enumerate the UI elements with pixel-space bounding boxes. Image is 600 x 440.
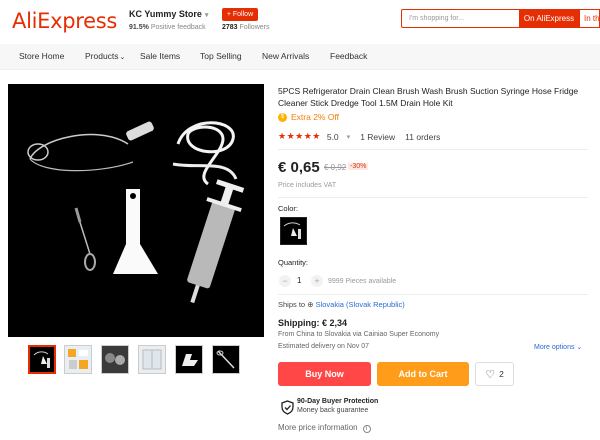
shipping-cost: Shipping: € 2,34 <box>278 318 348 328</box>
wishlist-button[interactable]: ♡ 2 <box>475 362 514 386</box>
nav-sale-items[interactable]: Sale Items <box>140 51 180 61</box>
thumbnail-6-image <box>216 350 235 369</box>
store-name[interactable]: KC Yummy Store ▾ <box>129 9 208 19</box>
globe-icon: ⊕ <box>307 300 314 309</box>
follow-button[interactable]: + Follow <box>222 8 258 21</box>
chevron-down-icon[interactable]: ▾ <box>347 133 351 141</box>
thumbnail-2-image <box>68 349 88 369</box>
followers: 2783 Followers <box>222 24 269 31</box>
wishlist-count: 2 <box>499 369 504 379</box>
thumbnail-3[interactable] <box>101 345 129 374</box>
info-icon[interactable]: i <box>362 425 371 433</box>
search-store-button[interactable]: In th <box>579 9 600 28</box>
product-illustration <box>27 121 245 304</box>
buy-now-button[interactable]: Buy Now <box>278 362 371 386</box>
coupon-icon: $ <box>278 112 287 122</box>
followers-label: Followers <box>239 24 270 31</box>
estimated-delivery: Estimated delivery on Nov 07 <box>278 343 370 350</box>
chevron-down-icon[interactable]: ⌄ <box>120 54 126 61</box>
shipping-route: From China to Slovakia via Cainiao Super… <box>278 331 440 338</box>
product-main-image[interactable] <box>8 84 264 337</box>
chevron-down-icon[interactable]: ⌄ <box>576 344 582 351</box>
thumbnail-5[interactable] <box>175 345 203 374</box>
nav-new-arrivals[interactable]: New Arrivals <box>262 51 309 61</box>
thumbnail-4[interactable] <box>138 345 166 374</box>
shield-check-icon <box>281 400 294 415</box>
feedback-pct: 91.5% <box>129 24 149 31</box>
more-price-info-link[interactable]: More price information i <box>278 423 371 433</box>
search-placeholder: I'm shopping for... <box>409 15 465 22</box>
nav-top-selling[interactable]: Top Selling <box>200 51 242 61</box>
extra-discount: $ Extra 2% Off <box>278 112 339 122</box>
review-count[interactable]: 1 Review <box>360 132 395 142</box>
buyer-protection-subtitle: Money back guarantee <box>297 407 369 414</box>
buyer-protection-title: 90-Day Buyer Protection <box>297 398 379 405</box>
store-name-text[interactable]: KC Yummy Store <box>129 9 202 19</box>
store-feedback: 91.5% Positive feedback <box>129 24 206 31</box>
current-price: € 0,65 <box>278 159 320 176</box>
star-rating-icon: ★★★★★ <box>278 131 321 141</box>
nav-products-label[interactable]: Products <box>85 51 119 61</box>
thumbnail-6[interactable] <box>212 345 240 374</box>
ships-to: Ships to ⊕ Slovakia (Slovak Republic) <box>278 300 405 309</box>
chevron-down-icon[interactable]: ▾ <box>205 12 209 19</box>
divider <box>278 197 588 198</box>
nav-feedback[interactable]: Feedback <box>330 51 367 61</box>
quantity-decrease-button[interactable]: − <box>279 275 291 287</box>
thumbnail-2[interactable] <box>64 345 92 374</box>
more-price-info-label[interactable]: More price information <box>278 423 358 432</box>
thumbnail-1-image <box>33 351 50 368</box>
search-input[interactable]: I'm shopping for... <box>401 9 519 28</box>
order-count: 11 orders <box>405 131 441 142</box>
add-to-cart-button[interactable]: Add to Cart <box>377 362 469 386</box>
thumbnail-5-image <box>182 354 198 366</box>
top-header: AliExpress KC Yummy Store ▾ 91.5% Positiv… <box>0 0 600 44</box>
color-label: Color: <box>278 204 299 213</box>
rating-score: 5.0 <box>326 131 339 142</box>
feedback-label: Positive feedback <box>150 24 206 31</box>
nav-products[interactable]: Products⌄ <box>85 51 125 61</box>
discount-badge: -30% <box>348 163 369 170</box>
rating-row: ★★★★★ 5.0 ▾ 1 Review 11 orders <box>278 131 440 142</box>
thumbnail-4-image <box>142 349 162 370</box>
thumbnail-1[interactable] <box>28 345 56 374</box>
store-nav: Store Home Products⌄ Sale Items Top Sell… <box>0 44 600 70</box>
ships-to-label: Ships to <box>278 300 306 309</box>
extra-discount-text: Extra 2% Off <box>291 112 340 122</box>
heart-icon: ♡ <box>485 368 496 381</box>
available-stock: 9999 Pieces available <box>328 278 397 285</box>
aliexpress-logo[interactable]: AliExpress <box>12 9 117 33</box>
color-option[interactable] <box>280 217 307 245</box>
quantity-label: Quantity: <box>278 258 309 267</box>
divider <box>278 294 588 295</box>
ships-to-country[interactable]: Slovakia (Slovak Republic) <box>316 300 405 309</box>
more-options-link[interactable]: More options ⌄ <box>534 343 582 351</box>
vat-note: Price includes VAT <box>278 182 337 189</box>
product-title: 5PCS Refrigerator Drain Clean Brush Wash… <box>278 86 579 108</box>
nav-store-home[interactable]: Store Home <box>19 51 64 61</box>
more-options-label[interactable]: More options <box>534 344 574 351</box>
quantity-value[interactable]: 1 <box>297 276 301 285</box>
quantity-increase-button[interactable]: + <box>311 275 323 287</box>
divider <box>278 149 588 150</box>
thumbnail-3-image <box>105 353 125 365</box>
followers-count: 2783 <box>222 24 238 31</box>
search-aliexpress-button[interactable]: On AliExpress <box>519 9 579 28</box>
color-option-image <box>283 222 301 239</box>
original-price: € 0,92 <box>324 163 347 172</box>
